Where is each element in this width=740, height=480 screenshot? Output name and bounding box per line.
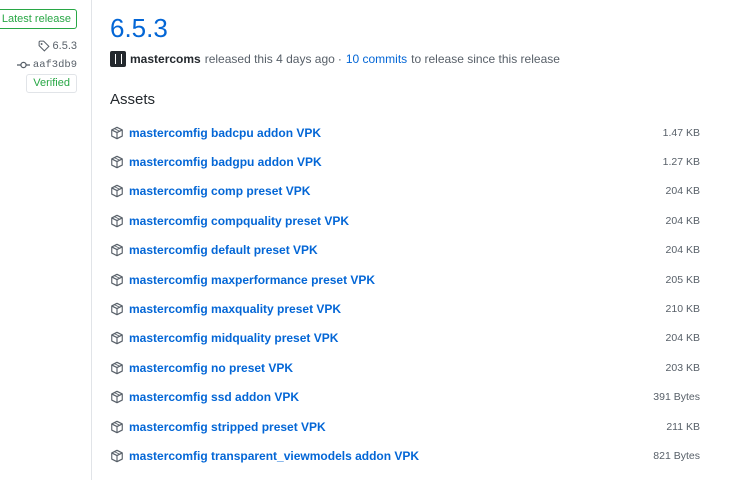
asset-name: mastercomfig maxperformance preset VPK: [129, 272, 376, 287]
git-commit-icon: [16, 61, 30, 69]
package-icon: [111, 155, 123, 169]
asset-size: 210 KB: [665, 303, 700, 316]
package-icon: [111, 302, 123, 316]
asset-row: mastercomfig badgpu addon VPK 1.27 KB: [110, 147, 710, 176]
commit-link[interactable]: aaf3db9: [16, 59, 77, 71]
latest-release-badge: Latest release: [0, 9, 77, 29]
asset-name: mastercomfig default preset VPK: [129, 243, 318, 258]
package-icon: [111, 420, 123, 433]
asset-size: 391 Bytes: [653, 391, 700, 404]
asset-name: mastercomfig ssd addon VPK: [129, 390, 300, 405]
asset-size: 1.47 KB: [662, 126, 700, 139]
release-title[interactable]: 6.5.3: [110, 12, 168, 44]
asset-size: 205 KB: [665, 273, 700, 286]
asset-size: 204 KB: [665, 185, 700, 198]
tag-name: 6.5.3: [52, 40, 77, 52]
asset-row: mastercomfig compquality preset VPK 204 K…: [110, 206, 710, 235]
asset-size: 1.27 KB: [662, 156, 700, 169]
asset-size: 204 KB: [665, 214, 700, 227]
asset-name: mastercomfig comp preset VPK: [129, 184, 311, 199]
asset-name: mastercomfig badcpu addon VPK: [129, 125, 322, 140]
asset-row: mastercomfig no preset VPK 203 KB: [110, 353, 710, 382]
commit-sha: aaf3db9: [32, 59, 77, 71]
asset-row: mastercomfig ssd addon VPK 391 Bytes: [110, 383, 710, 412]
asset-download-link[interactable]: mastercomfig maxquality preset VPK: [110, 302, 341, 316]
asset-name: mastercomfig no preset VPK: [129, 360, 294, 375]
package-icon: [111, 332, 123, 345]
asset-size: 204 KB: [665, 332, 700, 345]
meta-separator: ·: [337, 52, 342, 66]
asset-row: mastercomfig maxquality preset VPK 210 KB: [110, 294, 710, 323]
asset-name: mastercomfig compquality preset VPK: [129, 213, 350, 228]
asset-download-link[interactable]: mastercomfig badcpu addon VPK: [110, 126, 321, 140]
asset-download-link[interactable]: mastercomfig comp preset VPK: [110, 184, 310, 198]
asset-row: mastercomfig midquality preset VPK 204 KB: [110, 324, 710, 353]
release-meta: mastercoms released this 4 days ago · 10…: [110, 51, 560, 67]
asset-row: mastercomfig comp preset VPK 204 KB: [110, 177, 710, 206]
assets-heading: Assets: [110, 91, 156, 108]
tag-link[interactable]: 6.5.3: [38, 40, 77, 52]
asset-name: mastercomfig badgpu addon VPK: [129, 155, 322, 170]
since-text: to release since this release: [411, 52, 560, 66]
asset-size: 821 Bytes: [653, 449, 700, 462]
asset-download-link[interactable]: mastercomfig compquality preset VPK: [110, 214, 349, 228]
package-icon: [111, 390, 123, 404]
asset-download-link[interactable]: mastercomfig midquality preset VPK: [110, 331, 338, 345]
asset-download-link[interactable]: mastercomfig maxperformance preset VPK: [110, 273, 375, 287]
asset-row: mastercomfig stripped preset VPK 211 KB: [110, 412, 710, 441]
asset-row: mastercomfig maxperformance preset VPK 20…: [110, 265, 710, 294]
asset-name: mastercomfig midquality preset VPK: [129, 331, 339, 346]
release-sidebar: Latest release 6.5.3 aaf3db9 Verified: [0, 0, 92, 480]
asset-list: mastercomfig badcpu addon VPK 1.47 KB mast…: [110, 118, 710, 471]
verified-badge[interactable]: Verified: [26, 74, 77, 93]
asset-download-link[interactable]: mastercomfig badgpu addon VPK: [110, 155, 322, 169]
released-text: released this 4 days ago: [204, 52, 335, 66]
asset-name: mastercomfig transparent_viewmodels addo…: [129, 448, 420, 463]
package-icon: [111, 243, 123, 257]
asset-row: mastercomfig transparent_viewmodels addo…: [110, 441, 710, 470]
asset-size: 204 KB: [665, 244, 700, 257]
asset-download-link[interactable]: mastercomfig no preset VPK: [110, 361, 293, 375]
package-icon: [111, 273, 123, 286]
asset-size: 203 KB: [665, 361, 700, 374]
asset-row: mastercomfig default preset VPK 204 KB: [110, 236, 710, 265]
package-icon: [111, 449, 123, 463]
asset-download-link[interactable]: mastercomfig stripped preset VPK: [110, 420, 326, 434]
package-icon: [111, 126, 123, 139]
release-main: 6.5.3 mastercoms released this 4 days ag…: [110, 0, 740, 480]
package-icon: [111, 361, 123, 375]
avatar[interactable]: [110, 51, 126, 67]
author-link[interactable]: mastercoms: [130, 52, 201, 66]
asset-size: 211 KB: [666, 420, 700, 433]
commits-link[interactable]: 10 commits: [346, 52, 407, 66]
asset-row: mastercomfig badcpu addon VPK 1.47 KB: [110, 118, 710, 147]
asset-download-link[interactable]: mastercomfig default preset VPK: [110, 243, 318, 257]
tag-icon: [38, 40, 50, 52]
asset-name: mastercomfig maxquality preset VPK: [129, 302, 342, 317]
package-icon: [111, 214, 123, 228]
package-icon: [111, 185, 123, 198]
asset-download-link[interactable]: mastercomfig ssd addon VPK: [110, 390, 299, 404]
asset-name: mastercomfig stripped preset VPK: [129, 419, 326, 434]
asset-download-link[interactable]: mastercomfig transparent_viewmodels addo…: [110, 449, 419, 463]
